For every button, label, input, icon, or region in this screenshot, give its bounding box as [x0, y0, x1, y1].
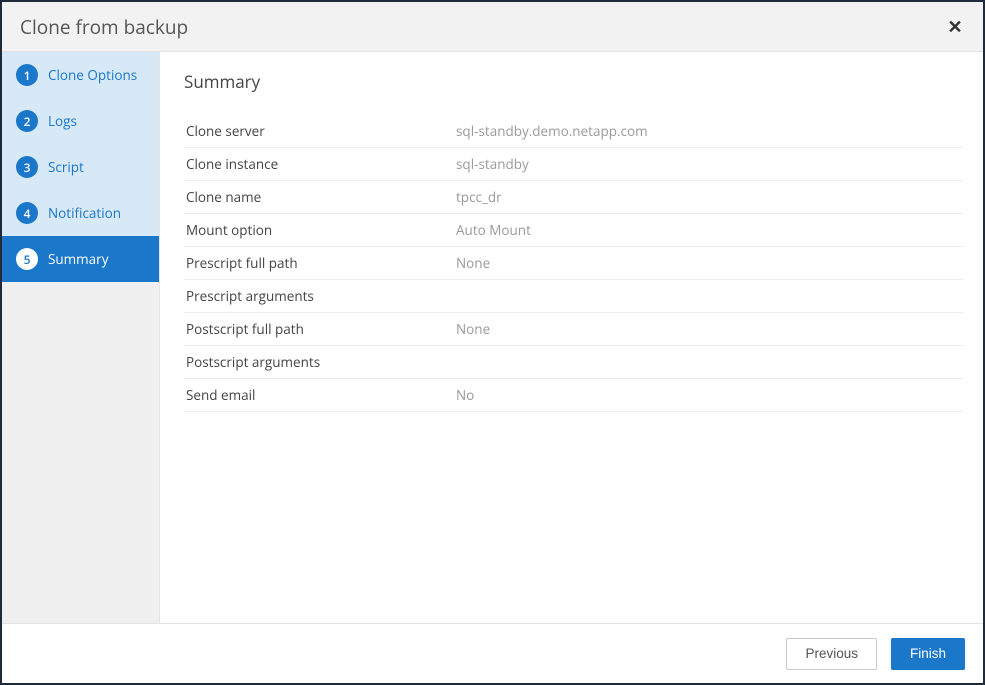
step-label: Summary — [48, 250, 108, 268]
summary-row-postscript-path: Postscript full path None — [184, 313, 963, 346]
step-summary[interactable]: 5 Summary — [2, 236, 159, 282]
summary-value: sql-standby — [454, 148, 963, 181]
summary-value: tpcc_dr — [454, 181, 963, 214]
content-pane: Summary Clone server sql-standby.demo.ne… — [160, 52, 983, 623]
summary-value — [454, 280, 963, 313]
dialog-footer: Previous Finish — [2, 623, 983, 683]
summary-value — [454, 346, 963, 379]
summary-label: Clone instance — [184, 148, 454, 181]
summary-label: Send email — [184, 379, 454, 412]
summary-label: Clone name — [184, 181, 454, 214]
summary-label: Postscript full path — [184, 313, 454, 346]
step-number: 5 — [16, 248, 38, 270]
summary-table: Clone server sql-standby.demo.netapp.com… — [184, 115, 963, 412]
summary-label: Mount option — [184, 214, 454, 247]
summary-label: Clone server — [184, 115, 454, 148]
dialog-header: Clone from backup ✕ — [2, 2, 983, 52]
summary-value: None — [454, 247, 963, 280]
content-title: Summary — [184, 70, 963, 93]
summary-label: Prescript full path — [184, 247, 454, 280]
step-number: 4 — [16, 202, 38, 224]
summary-row-prescript-path: Prescript full path None — [184, 247, 963, 280]
summary-row-prescript-args: Prescript arguments — [184, 280, 963, 313]
close-icon[interactable]: ✕ — [943, 15, 967, 39]
dialog-body: 1 Clone Options 2 Logs 3 Script 4 Notifi… — [2, 52, 983, 623]
finish-button[interactable]: Finish — [891, 638, 965, 670]
summary-row-clone-name: Clone name tpcc_dr — [184, 181, 963, 214]
previous-button[interactable]: Previous — [786, 638, 877, 670]
summary-value: Auto Mount — [454, 214, 963, 247]
step-logs[interactable]: 2 Logs — [2, 98, 159, 144]
step-label: Script — [48, 158, 84, 176]
step-clone-options[interactable]: 1 Clone Options — [2, 52, 159, 98]
summary-value: None — [454, 313, 963, 346]
step-number: 3 — [16, 156, 38, 178]
dialog-title: Clone from backup — [20, 14, 188, 40]
summary-row-postscript-args: Postscript arguments — [184, 346, 963, 379]
step-notification[interactable]: 4 Notification — [2, 190, 159, 236]
step-label: Notification — [48, 204, 121, 222]
step-script[interactable]: 3 Script — [2, 144, 159, 190]
step-number: 1 — [16, 64, 38, 86]
step-label: Clone Options — [48, 66, 137, 84]
summary-row-clone-server: Clone server sql-standby.demo.netapp.com — [184, 115, 963, 148]
step-number: 2 — [16, 110, 38, 132]
summary-value: sql-standby.demo.netapp.com — [454, 115, 963, 148]
step-label: Logs — [48, 112, 77, 130]
summary-label: Prescript arguments — [184, 280, 454, 313]
clone-from-backup-dialog: Clone from backup ✕ 1 Clone Options 2 Lo… — [0, 0, 985, 685]
summary-row-mount-option: Mount option Auto Mount — [184, 214, 963, 247]
wizard-steps: 1 Clone Options 2 Logs 3 Script 4 Notifi… — [2, 52, 160, 623]
summary-row-send-email: Send email No — [184, 379, 963, 412]
summary-row-clone-instance: Clone instance sql-standby — [184, 148, 963, 181]
summary-label: Postscript arguments — [184, 346, 454, 379]
summary-value: No — [454, 379, 963, 412]
